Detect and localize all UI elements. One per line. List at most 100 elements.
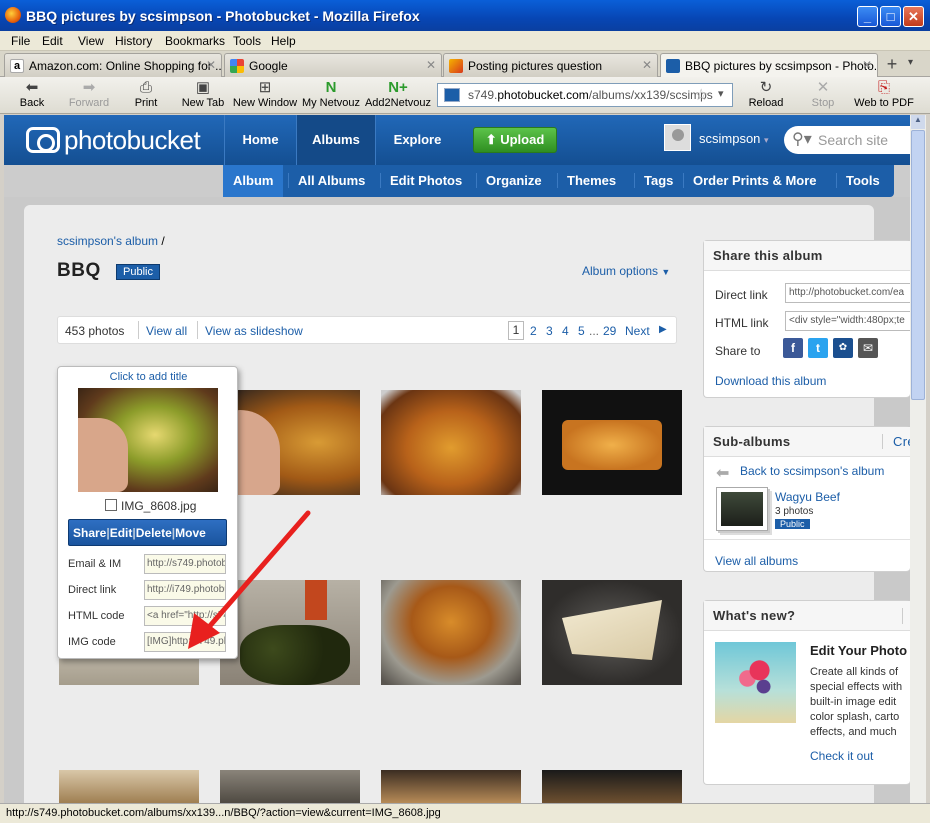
photo-thumbnail[interactable] (381, 390, 521, 495)
menu-edit[interactable]: Edit (42, 34, 63, 48)
new-tab-plus-icon[interactable]: + (880, 54, 904, 76)
menu-help[interactable]: Help (271, 34, 296, 48)
upload-button[interactable]: ⬆ Upload (473, 127, 557, 153)
description-line: Create all kinds of (810, 666, 899, 678)
page-1[interactable]: 1 (508, 321, 524, 340)
tab-amazon[interactable]: a Amazon.com: Online Shopping for ... ✕ (4, 53, 222, 77)
share-button[interactable]: Share (73, 526, 106, 540)
subnav-tools[interactable]: Tools (836, 173, 880, 188)
album-html-link-field[interactable]: <div style="width:480px;te (785, 311, 911, 331)
forum-icon (449, 59, 463, 73)
breadcrumb-link[interactable]: scsimpson's album (57, 234, 158, 248)
subnav-album[interactable]: Album (223, 165, 284, 197)
back-to-album-link[interactable]: Back to scsimpson's album (740, 464, 884, 478)
tab-close-icon[interactable]: ✕ (206, 58, 216, 72)
arrow-shaft (199, 510, 311, 638)
tab-photobucket[interactable]: BBQ pictures by scsimpson - Photo... ✕ (660, 53, 878, 78)
tab-close-icon[interactable]: ✕ (642, 58, 652, 72)
next-page-link[interactable]: Next (625, 324, 650, 338)
view-all-albums-link[interactable]: View all albums (715, 554, 798, 568)
new-tab-button[interactable]: ▣ New Tab (180, 77, 226, 110)
photo-thumbnail[interactable] (542, 390, 682, 495)
menu-file[interactable]: File (11, 34, 30, 48)
web-to-pdf-button[interactable]: ⎘ Web to PDF (852, 77, 916, 110)
add-title-link[interactable]: Click to add title (58, 371, 239, 383)
back-arrow-icon: ⬅ (716, 465, 730, 482)
avatar[interactable] (664, 124, 691, 151)
email-icon[interactable]: ✉ (858, 338, 878, 358)
my-netvouz-button[interactable]: N My Netvouz (300, 77, 362, 110)
myspace-icon[interactable]: ✿ (833, 338, 853, 358)
scroll-thumb[interactable] (911, 130, 925, 400)
reload-button[interactable]: ↻ Reload (746, 77, 786, 110)
subnav-edit-photos[interactable]: Edit Photos (380, 173, 462, 188)
back-button[interactable]: ⬅ Back (10, 77, 54, 110)
photo-thumbnail[interactable] (220, 770, 360, 803)
photo-thumbnail[interactable] (542, 770, 682, 803)
subnav-themes[interactable]: Themes (557, 173, 616, 188)
stop-button[interactable]: ✕ Stop (806, 77, 840, 110)
page-3[interactable]: 3 (546, 324, 553, 338)
photo-thumbnail[interactable] (381, 770, 521, 803)
print-button[interactable]: ⎙ Print (128, 77, 164, 110)
amazon-icon: a (10, 59, 24, 73)
forward-button[interactable]: ➡ Forward (62, 77, 116, 110)
select-checkbox[interactable] (105, 499, 117, 511)
subnav-organize[interactable]: Organize (476, 173, 542, 188)
add2netvouz-button[interactable]: N+ Add2Netvouz (364, 77, 432, 110)
check-it-out-link[interactable]: Check it out (810, 749, 873, 763)
new-tab-label: New Tab (181, 97, 225, 109)
tab-close-icon[interactable]: ✕ (426, 58, 436, 72)
tab-google[interactable]: Google ✕ (224, 53, 442, 77)
next-arrow-icon[interactable]: ▶ (659, 324, 667, 335)
menu-view[interactable]: View (78, 34, 104, 48)
nav-home[interactable]: Home (224, 115, 296, 165)
reload-label: Reload (748, 97, 784, 109)
minimize-button[interactable]: _ (857, 6, 878, 27)
download-album-link[interactable]: Download this album (715, 374, 826, 388)
tab-posting-question[interactable]: Posting pictures question ✕ (443, 53, 658, 77)
menu-tools[interactable]: Tools (233, 34, 261, 48)
vertical-scrollbar[interactable]: ▲ (910, 115, 926, 803)
close-button[interactable]: ✕ (903, 6, 924, 27)
maximize-button[interactable]: □ (880, 6, 901, 27)
photo-thumbnail[interactable] (220, 390, 360, 495)
menu-history[interactable]: History (115, 34, 152, 48)
url-bar[interactable]: s749.photobucket.com/albums/xx139/scsimp… (437, 83, 733, 107)
photo-thumbnail[interactable] (59, 770, 199, 803)
tab-close-icon[interactable]: ✕ (862, 58, 872, 72)
page-2[interactable]: 2 (530, 324, 537, 338)
tab-list-icon[interactable]: ▾ (908, 57, 913, 68)
bookmark-star-icon[interactable]: ☆ (694, 85, 708, 105)
page-5[interactable]: 5 (578, 324, 585, 338)
subnav-order-prints[interactable]: Order Prints & More (683, 173, 817, 188)
subnav-all-albums[interactable]: All Albums (288, 173, 365, 188)
photobucket-logo[interactable]: photobucket (26, 125, 201, 156)
slideshow-link[interactable]: View as slideshow (205, 324, 303, 338)
sub-album-thumb[interactable] (716, 487, 768, 531)
view-all-link[interactable]: View all (146, 324, 187, 338)
search-input[interactable]: ⚲▾ Search site (784, 126, 910, 154)
album-direct-link-field[interactable]: http://photobucket.com/ea (785, 283, 911, 303)
menu-bookmarks[interactable]: Bookmarks (165, 34, 225, 48)
popup-photo[interactable] (78, 388, 218, 492)
page-4[interactable]: 4 (562, 324, 569, 338)
scroll-up-icon[interactable]: ▲ (911, 115, 925, 129)
username-menu[interactable]: scsimpson ▾ (699, 131, 769, 146)
nav-albums[interactable]: Albums (296, 115, 375, 165)
edit-button[interactable]: Edit (110, 526, 133, 540)
back-label: Back (19, 97, 45, 109)
sub-album-name[interactable]: Wagyu Beef (775, 490, 840, 504)
nav-explore[interactable]: Explore (375, 115, 459, 165)
twitter-icon[interactable]: t (808, 338, 828, 358)
new-window-button[interactable]: ⊞ New Window (232, 77, 298, 110)
page-last[interactable]: 29 (603, 324, 616, 338)
album-options-menu[interactable]: Album options ▼ (582, 264, 670, 278)
delete-button[interactable]: Delete (136, 526, 172, 540)
photo-thumbnail[interactable] (381, 580, 521, 685)
photo-thumbnail[interactable] (542, 580, 682, 685)
url-dropdown-icon[interactable]: ▾ (718, 87, 724, 100)
subnav-tags[interactable]: Tags (634, 173, 673, 188)
web-to-pdf-label: Web to PDF (854, 97, 914, 109)
facebook-icon[interactable]: f (783, 338, 803, 358)
